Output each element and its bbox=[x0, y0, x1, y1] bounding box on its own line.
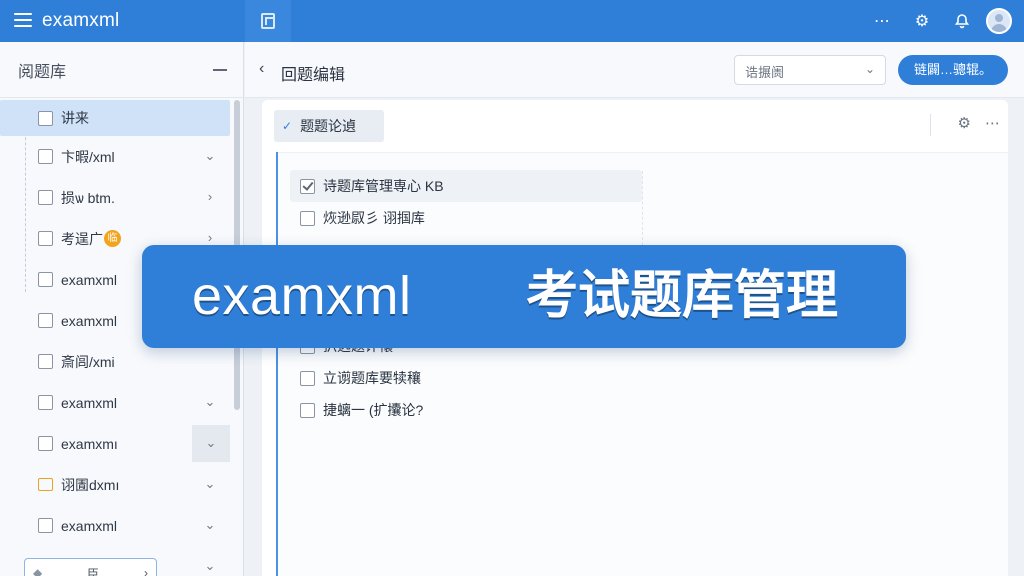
chevron-right-icon[interactable]: › bbox=[202, 230, 218, 245]
title-banner: examxml 考试题库管理 bbox=[142, 245, 906, 348]
question-text: 诗题库管理専心 KB bbox=[323, 178, 444, 194]
sidebar-title: 阅题库 bbox=[18, 63, 67, 81]
checkbox[interactable] bbox=[38, 313, 53, 328]
chevron-down-icon[interactable]: ⌄ bbox=[192, 425, 230, 462]
sidebar-item-label: examxml bbox=[61, 271, 118, 288]
sidebar-item[interactable]: examxml ⌄ bbox=[0, 505, 232, 546]
sidebar-item-label: 讲来 bbox=[61, 110, 89, 126]
sidebar-item-label: examxmı bbox=[61, 435, 118, 452]
checkbox[interactable] bbox=[38, 354, 53, 369]
chevron-down-icon[interactable]: ⌄ bbox=[202, 148, 218, 164]
question-checkbox[interactable] bbox=[300, 210, 315, 226]
banner-title-en: examxml bbox=[192, 266, 412, 326]
folder-icon bbox=[38, 478, 53, 491]
main-header: ‹ 回题编辑 诰搌阓 ⌄ 链闢…骢辊。 bbox=[245, 42, 1024, 98]
diamond-icon: ◆ bbox=[33, 566, 43, 576]
question-item[interactable]: 烣逊叞彡 诩掴库 bbox=[290, 202, 642, 234]
panel-more-icon[interactable]: ⋯ bbox=[985, 114, 1000, 132]
sidebar-header: 阅题库 bbox=[0, 42, 243, 98]
checkbox[interactable] bbox=[38, 436, 53, 451]
checkbox[interactable] bbox=[38, 395, 53, 410]
sidebar-bottom-button[interactable]: ◆ 臣 › bbox=[24, 558, 157, 576]
collapse-icon[interactable] bbox=[213, 68, 227, 71]
panel-tools: ⚙ ⋯ bbox=[958, 114, 1000, 132]
sidebar-item-label: examxml bbox=[61, 394, 118, 411]
chevron-right-icon: › bbox=[144, 566, 148, 576]
sidebar-item-label: examxml bbox=[61, 312, 118, 329]
more-icon[interactable]: ⋯ bbox=[862, 0, 902, 42]
question-text: 捷螭一 (扩攮论? bbox=[323, 402, 424, 418]
question-checkbox[interactable] bbox=[300, 370, 315, 386]
user-avatar[interactable] bbox=[986, 8, 1012, 34]
section-title: 题题论遉 bbox=[300, 118, 357, 134]
sidebar-item-label: 考逞广 bbox=[61, 230, 103, 247]
panel-settings-icon[interactable]: ⚙ bbox=[958, 114, 971, 132]
top-bar: examxml ⋯ ⚙ bbox=[0, 0, 1024, 42]
sidebar-item[interactable]: 卞暇/xml ⌄ bbox=[0, 136, 232, 177]
sidebar-item-label: 卞暇/xml bbox=[61, 148, 115, 165]
question-text: 烣逊叞彡 诩掴库 bbox=[323, 210, 425, 226]
chevron-down-icon: ⌄ bbox=[864, 62, 875, 76]
top-right-tools: ⋯ ⚙ bbox=[862, 0, 1024, 42]
chevron-down-icon[interactable]: ⌄ bbox=[202, 558, 218, 574]
question-checkbox[interactable] bbox=[300, 402, 315, 418]
building-tab[interactable] bbox=[245, 0, 291, 42]
sidebar-item[interactable]: 诩圊dxmı ⌄ bbox=[0, 464, 232, 505]
notification-bell-icon[interactable] bbox=[942, 0, 982, 42]
checkbox[interactable] bbox=[38, 272, 53, 287]
sidebar-item-label: 斎闾/xmi bbox=[61, 353, 115, 370]
question-item[interactable]: 诗题库管理専心 KB bbox=[290, 170, 642, 202]
chevron-right-icon[interactable]: › bbox=[202, 189, 218, 204]
chevron-down-icon[interactable]: ⌄ bbox=[202, 517, 218, 533]
checkbox[interactable] bbox=[38, 149, 53, 164]
bottom-button-label: 臣 bbox=[87, 566, 100, 576]
checkbox[interactable] bbox=[38, 190, 53, 205]
sidebar-item[interactable]: 损ѡ btm. › bbox=[0, 177, 232, 218]
back-arrow-icon[interactable]: ‹ bbox=[259, 60, 264, 78]
checkbox[interactable] bbox=[38, 110, 53, 126]
chevron-down-icon[interactable]: ⌄ bbox=[202, 394, 218, 410]
filter-select[interactable]: 诰搌阓 ⌄ bbox=[734, 55, 886, 85]
question-checkbox[interactable] bbox=[300, 178, 315, 194]
building-icon bbox=[261, 13, 275, 29]
panel-divider bbox=[930, 114, 931, 136]
primary-action-button[interactable]: 链闢…骢辊。 bbox=[898, 55, 1008, 85]
checkbox[interactable] bbox=[38, 518, 53, 533]
page-title: 回题编辑 bbox=[281, 67, 346, 84]
question-item[interactable]: 立谫题库要犊穰 bbox=[290, 362, 642, 394]
status-badge: 临 bbox=[104, 230, 121, 247]
checkbox[interactable] bbox=[38, 231, 53, 246]
sidebar-item[interactable]: examxml ⌄ bbox=[0, 382, 232, 423]
filter-value: 诰搌阓 bbox=[745, 65, 785, 80]
section-chip[interactable]: ✓ 题题论遉 bbox=[274, 110, 384, 142]
sidebar-item[interactable]: 讲来 bbox=[0, 100, 230, 136]
settings-icon[interactable]: ⚙ bbox=[902, 0, 942, 42]
app-title: examxml bbox=[42, 10, 120, 31]
hamburger-menu-icon[interactable] bbox=[14, 13, 32, 27]
question-item[interactable]: 捷螭一 (扩攮论? bbox=[290, 394, 642, 426]
question-area: 诗题库管理専心 KB烣逊叞彡 诩掴库扒选题评禳立谫题库要犊穰捷螭一 (扩攮论? bbox=[278, 152, 1008, 576]
sidebar-item-label: 诩圊dxmı bbox=[61, 476, 120, 493]
chevron-down-icon[interactable]: ⌄ bbox=[202, 476, 218, 492]
banner-title-cn: 考试题库管理 bbox=[526, 267, 839, 325]
check-mark-icon: ✓ bbox=[282, 119, 293, 133]
sidebar-item-label: examxml bbox=[61, 517, 118, 534]
question-text: 立谫题库要犊穰 bbox=[323, 370, 421, 386]
sidebar-item[interactable]: examxmı ⌄ bbox=[0, 423, 232, 464]
sidebar-item-label: 损ѡ btm. bbox=[61, 189, 115, 206]
